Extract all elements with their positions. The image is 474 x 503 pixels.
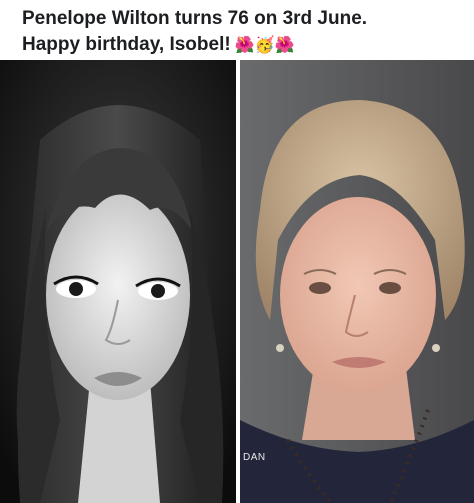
caption-line-2: Happy birthday, Isobel!: [22, 34, 231, 55]
caption-line-2-wrapper: Happy birthday, Isobel! 🌺🥳🌺: [22, 32, 460, 59]
photo-collage[interactable]: DAN: [0, 60, 474, 503]
photo-watermark: DAN: [243, 452, 266, 463]
older-portrait-image: [240, 60, 474, 503]
caption-line-1: Penelope Wilton turns 76 on 3rd June.: [22, 8, 368, 29]
young-portrait-image: [0, 60, 236, 503]
photo-older-portrait[interactable]: DAN: [240, 60, 474, 503]
caption-emojis: 🌺🥳🌺: [234, 37, 295, 54]
photo-young-portrait[interactable]: [0, 60, 236, 503]
post-caption: Penelope Wilton turns 76 on 3rd June. Ha…: [0, 0, 474, 60]
